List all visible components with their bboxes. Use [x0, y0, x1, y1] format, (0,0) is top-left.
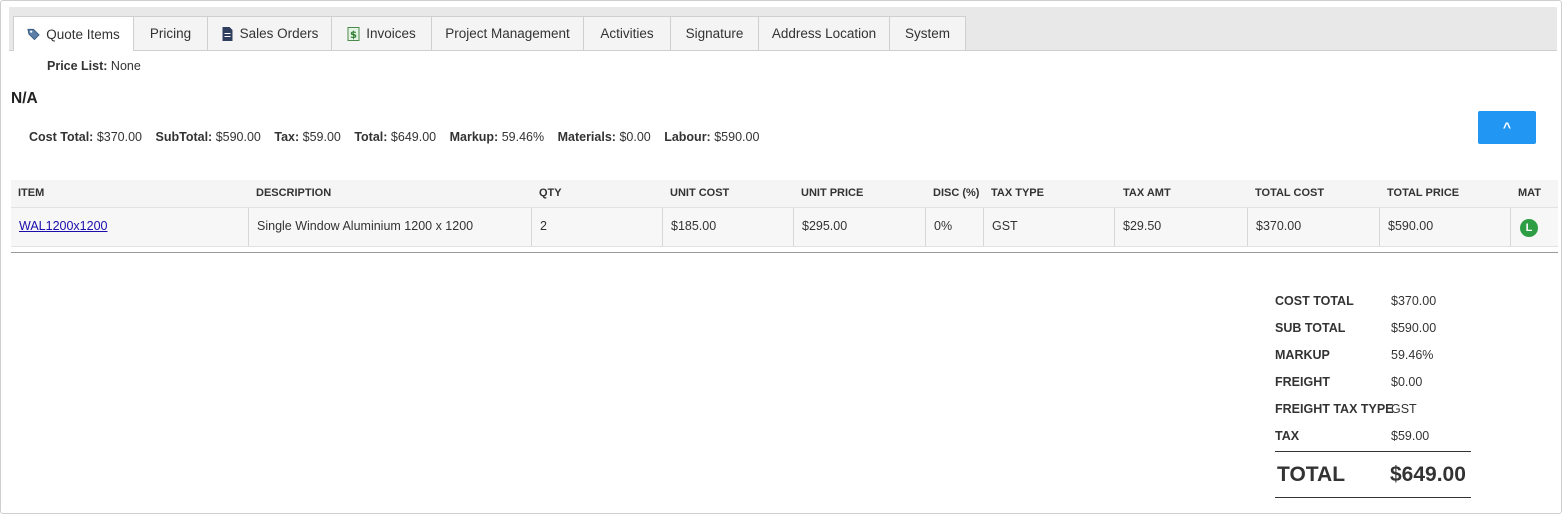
item-link[interactable]: WAL1200x1200 — [19, 219, 108, 233]
tag-icon — [27, 28, 40, 41]
column-header[interactable]: TAX AMT — [1123, 187, 1171, 199]
totals-freight: FREIGHT $0.00 — [1275, 375, 1423, 389]
cell-mat: L — [1511, 208, 1558, 246]
labour-badge-icon: L — [1520, 219, 1538, 237]
tab-system[interactable]: System — [889, 16, 966, 50]
totals-sub-total: SUB TOTAL $590.00 — [1275, 321, 1437, 335]
price-list: Price List: None — [47, 59, 141, 73]
table-row[interactable]: WAL1200x1200 Single Window Aluminium 120… — [11, 207, 1558, 247]
divider — [11, 252, 1558, 253]
column-header[interactable]: ITEM — [18, 187, 44, 199]
summary-bar: Cost Total: $370.00 SubTotal: $590.00 Ta… — [29, 130, 769, 144]
document-icon — [222, 26, 233, 41]
tab-address-location[interactable]: Address Location — [758, 16, 890, 50]
cell-unit-cost: $185.00 — [663, 208, 794, 246]
summary-total: Total: $649.00 — [354, 130, 437, 144]
quote-items-table: ITEM DESCRIPTION QTY UNIT COST UNIT PRIC… — [11, 180, 1558, 247]
tab-pricing[interactable]: Pricing — [133, 16, 208, 50]
summary-labour: Labour: $590.00 — [664, 130, 760, 144]
table-header: ITEM DESCRIPTION QTY UNIT COST UNIT PRIC… — [11, 180, 1558, 207]
cell-tax-type: GST — [984, 208, 1115, 246]
column-header[interactable]: DESCRIPTION — [256, 187, 331, 199]
summary-subtotal: SubTotal: $590.00 — [155, 130, 261, 144]
tab-label: System — [904, 26, 950, 41]
summary-materials: Materials: $0.00 — [557, 130, 651, 144]
tab-label: Project Management — [445, 26, 570, 41]
column-header[interactable]: UNIT COST — [670, 187, 729, 199]
cell-total-cost: $370.00 — [1248, 208, 1380, 246]
cell-total-price: $590.00 — [1380, 208, 1511, 246]
svg-text:$: $ — [350, 30, 357, 41]
column-header[interactable]: MAT — [1518, 187, 1541, 199]
tab-signature[interactable]: Signature — [670, 16, 759, 50]
tab-quote-items[interactable]: Quote Items — [13, 16, 134, 51]
quote-panel: Quote Items Pricing Sales Orders $ Invoi… — [0, 0, 1562, 514]
tab-sales-orders[interactable]: Sales Orders — [207, 16, 332, 50]
column-header[interactable]: QTY — [539, 187, 562, 199]
column-header[interactable]: UNIT PRICE — [801, 187, 863, 199]
totals-panel: COST TOTAL $370.00 SUB TOTAL $590.00 MARKU… — [1275, 294, 1471, 498]
tab-label: Signature — [685, 26, 744, 41]
cell-disc: 0% — [926, 208, 984, 246]
tab-label: Address Location — [771, 26, 877, 41]
summary-markup: Markup: 59.46% — [449, 130, 545, 144]
tab-project-management[interactable]: Project Management — [431, 16, 584, 50]
column-header[interactable]: TOTAL COST — [1255, 187, 1324, 199]
summary-cost-total: Cost Total: $370.00 — [29, 130, 143, 144]
collapse-button[interactable]: ^ — [1478, 111, 1536, 144]
price-list-value: None — [110, 59, 141, 73]
tab-label: Activities — [600, 26, 654, 41]
money-icon: $ — [347, 26, 360, 41]
cell-tax-amt: $29.50 — [1115, 208, 1248, 246]
tab-label: Sales Orders — [239, 26, 319, 41]
tab-label: Quote Items — [46, 26, 120, 42]
column-header[interactable]: TAX TYPE — [991, 187, 1044, 199]
cell-description: Single Window Aluminium 1200 x 1200 — [249, 208, 532, 246]
cell-qty: 2 — [532, 208, 663, 246]
section-title: N/A — [11, 90, 38, 107]
cell-unit-price: $295.00 — [794, 208, 926, 246]
column-header[interactable]: DISC (%) — [933, 187, 979, 199]
tab-label: Invoices — [366, 26, 416, 41]
price-list-label: Price List: — [47, 59, 108, 73]
summary-tax: Tax: $59.00 — [274, 130, 341, 144]
tab-bar: Quote Items Pricing Sales Orders $ Invoi… — [9, 7, 1557, 51]
totals-cost-total: COST TOTAL $370.00 — [1275, 294, 1437, 308]
cell-item: WAL1200x1200 — [11, 208, 249, 246]
tab-activities[interactable]: Activities — [583, 16, 671, 50]
totals-tax: TAX $59.00 — [1275, 429, 1471, 452]
totals-markup: MARKUP 59.46% — [1275, 348, 1434, 362]
grand-total: TOTAL $649.00 — [1275, 452, 1471, 498]
column-header[interactable]: TOTAL PRICE — [1387, 187, 1459, 199]
tab-label: Pricing — [149, 26, 192, 41]
tab-invoices[interactable]: $ Invoices — [331, 16, 432, 50]
totals-freight-tax-type: FREIGHT TAX TYPE GST — [1275, 402, 1417, 416]
